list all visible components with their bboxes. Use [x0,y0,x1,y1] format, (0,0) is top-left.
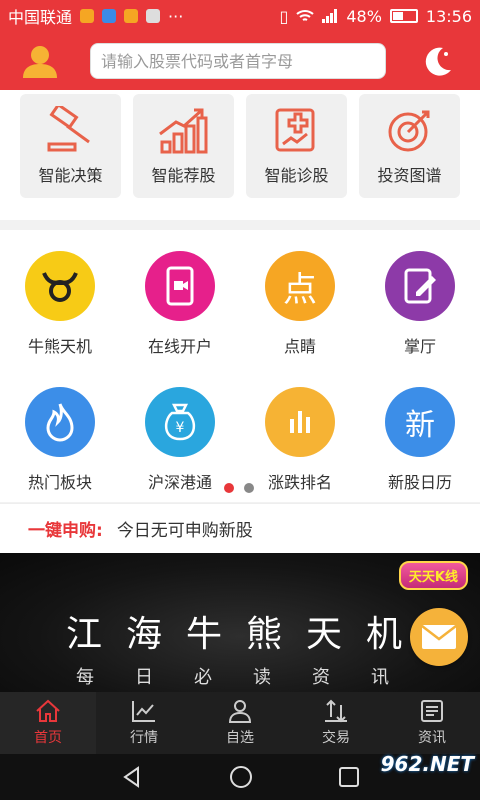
tab-label: 首页 [34,730,62,746]
carrier-label: 中国联通 [8,8,73,27]
grid-label: 在线开户 [147,337,212,356]
notification-icon [80,9,95,23]
one-click-ipo[interactable]: 一键申购: 今日无可申购新股 [0,503,480,553]
recents-icon[interactable] [338,766,360,788]
target-icon [388,110,429,152]
search-input[interactable] [101,51,375,71]
growth-chart-icon [158,108,207,154]
tab-market[interactable]: 行情 [96,692,192,754]
grid-label: 牛熊天机 [27,337,92,356]
gallery-icon [146,9,161,23]
money-bag-icon: ¥ [145,387,215,457]
grid-item-ipo-calendar[interactable]: 新 新股日历 [360,387,480,493]
grid-label: 沪深港通 [147,473,212,492]
smart-tools: 智能决策 智能荐股 智能诊股 投资图谱 [0,90,480,220]
tab-label: 自选 [226,730,254,746]
ipo-title: 一键申购: [28,521,103,541]
clock: 13:56 [425,6,472,26]
page-dot[interactable] [244,483,254,493]
grid-item-stock-connect[interactable]: ¥ 沪深港通 [120,387,240,493]
app-header [0,32,480,90]
message-button[interactable] [410,608,468,666]
app-icon [124,9,139,23]
bull-icon [25,251,95,321]
flame-icon [25,387,95,457]
signal-icon [322,9,338,23]
envelope-icon [421,625,457,649]
feature-grid: 牛熊天机 在线开户 点 点睛 掌厅 热门板块 ¥ 沪深港通 涨跌排名 新 新股日… [0,230,480,502]
battery-percent: 48% [346,6,382,26]
gavel-icon [47,106,90,152]
moon-icon [425,47,451,76]
tab-news[interactable]: 资讯 [384,692,480,754]
tool-label: 智能决策 [38,166,103,185]
dian-glyph: 点 [283,269,317,310]
grid-item-hot-sectors[interactable]: 热门板块 [0,387,120,493]
tab-label: 交易 [322,730,350,746]
message-icon [102,9,117,23]
news-icon [421,700,443,722]
grid-label: 掌厅 [403,337,436,356]
market-icon [132,701,155,722]
ipo-status: 今日无可申购新股 [116,521,253,541]
grid-item-dianjing[interactable]: 点 点睛 [240,251,360,357]
watermark-logo: 962.NET [380,752,474,776]
home-icon [36,699,60,722]
bottom-tab-bar: 首页 行情 自选 交易 资讯 [0,692,480,754]
page-indicator [224,483,254,493]
tool-label: 投资图谱 [377,166,442,185]
tablet-edit-icon [385,251,455,321]
grid-item-bull-bear[interactable]: 牛熊天机 [0,251,120,357]
banner-badge: 天天K线 [398,561,468,590]
grid-item-rankings[interactable]: 涨跌排名 [240,387,360,493]
grid-label: 涨跌排名 [267,473,332,492]
tool-label: 智能诊股 [264,166,329,185]
user-icon [23,46,57,78]
battery-icon [389,9,418,23]
tool-smart-diagnosis[interactable]: 智能诊股 [246,94,347,198]
phone-video-icon [145,251,215,321]
new-icon: 新 [385,387,455,457]
tab-watchlist[interactable]: 自选 [192,692,288,754]
grid-item-open-account[interactable]: 在线开户 [120,251,240,357]
grid-row: 热门板块 ¥ 沪深港通 涨跌排名 新 新股日历 [0,387,480,493]
medical-chart-icon [275,108,314,152]
user-avatar-button[interactable] [18,39,62,83]
back-icon[interactable] [120,765,144,789]
tab-label: 资讯 [418,730,446,746]
tool-smart-recommend[interactable]: 智能荐股 [133,94,234,198]
search-box[interactable] [90,43,386,79]
tab-label: 行情 [130,730,158,746]
status-bar: 中国联通 ··· ▯ 48% 13:56 [0,0,480,32]
tool-label: 智能荐股 [151,166,216,185]
wifi-icon [296,10,314,21]
grid-label: 新股日历 [387,473,452,492]
night-mode-button[interactable] [418,41,458,81]
tool-investment-map[interactable]: 投资图谱 [359,94,460,198]
grid-item-mobile-hall[interactable]: 掌厅 [360,251,480,357]
tab-home[interactable]: 首页 [0,692,96,754]
banner-subtitle: 每日必读资讯 [76,667,430,688]
dian-icon: 点 [265,251,335,321]
trade-icon [325,699,347,723]
bar-chart-icon [265,387,335,457]
new-glyph: 新 [405,408,435,443]
grid-label: 点睛 [283,337,316,356]
grid-label: 热门板块 [27,473,92,492]
tool-smart-decision[interactable]: 智能决策 [20,94,121,198]
promo-banner[interactable]: 天天K线 江海牛熊天机 每日必读资讯 [0,553,480,692]
home-circle-icon[interactable] [228,764,254,790]
grid-row: 牛熊天机 在线开户 点 点睛 掌厅 [0,251,480,357]
vibrate-icon: ▯ [279,6,289,26]
banner-title: 江海牛熊天机 [66,614,427,655]
more-icon: ··· [168,6,184,26]
tab-trade[interactable]: 交易 [288,692,384,754]
svg-text:¥: ¥ [176,420,185,436]
user-icon [228,700,252,723]
page-dot-active[interactable] [224,483,234,493]
